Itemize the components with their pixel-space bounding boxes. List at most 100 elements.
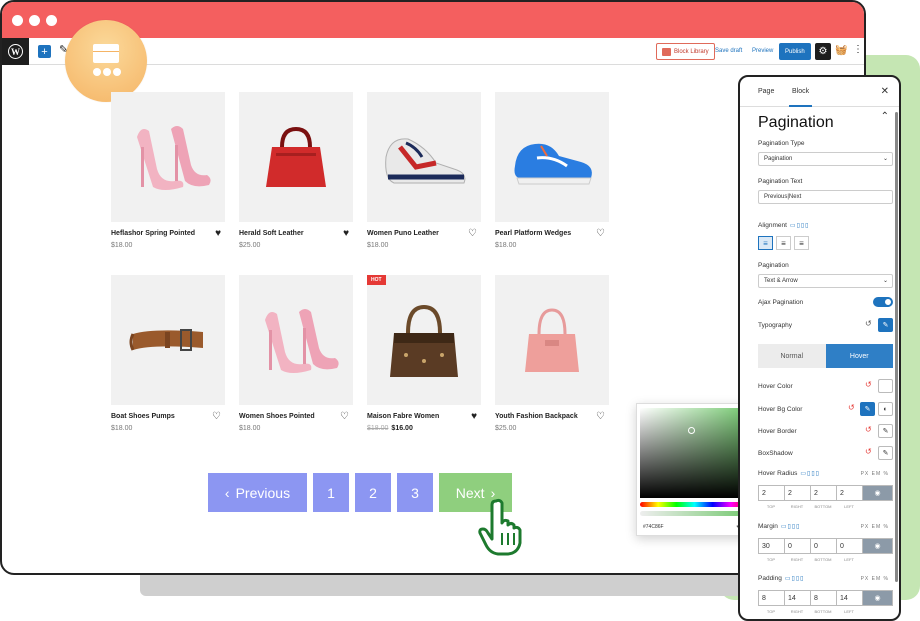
tab-page[interactable]: Page <box>758 88 774 95</box>
saturation-value-area[interactable] <box>640 408 749 498</box>
margin-bottom-input[interactable]: 0 <box>811 539 837 553</box>
save-draft-link[interactable]: Save draft <box>715 48 742 54</box>
margin-right-input[interactable]: 0 <box>785 539 811 553</box>
tab-hover[interactable]: Hover <box>825 344 893 368</box>
hue-slider[interactable] <box>640 502 749 507</box>
tab-normal[interactable]: Normal <box>758 344 826 368</box>
window-dot-icon[interactable] <box>12 15 23 26</box>
add-block-button[interactable]: + <box>38 45 51 58</box>
tab-block[interactable]: Block <box>788 88 813 107</box>
margin-inputs[interactable]: 30 0 0 0 ◉ <box>758 538 893 554</box>
unit-switch[interactable]: PX EM % <box>861 471 889 477</box>
link-values-eye-icon[interactable]: ◉ <box>863 539 892 553</box>
reset-icon[interactable]: ↺ <box>865 380 872 389</box>
hover-radius-inputs[interactable]: 2 2 2 2 ◉ <box>758 485 893 501</box>
window-dot-icon[interactable] <box>46 15 57 26</box>
wishlist-heart-outline-icon[interactable]: ♡ <box>596 411 605 422</box>
boxshadow-edit-icon[interactable]: ✎ <box>878 446 893 460</box>
product-name[interactable]: Maison Fabre Women <box>367 413 439 420</box>
product-card[interactable]: Women Puno Leather $18.00 ♡ <box>367 92 481 249</box>
radius-top-input[interactable]: 2 <box>759 486 785 500</box>
product-card[interactable]: Herald Soft Leather $25.00 ♥ <box>239 92 353 249</box>
product-name[interactable]: Pearl Platform Wedges <box>495 230 571 237</box>
reset-icon[interactable]: ↺ <box>848 403 855 412</box>
hover-border-edit-icon[interactable]: ✎ <box>878 424 893 438</box>
chevron-up-icon[interactable]: ⌃ <box>881 111 889 122</box>
panel-scrollbar[interactable] <box>895 112 898 582</box>
product-card[interactable]: Pearl Platform Wedges $18.00 ♡ <box>495 92 609 249</box>
margin-left-input[interactable]: 0 <box>837 539 863 553</box>
product-image[interactable] <box>111 275 225 405</box>
product-card[interactable]: Youth Fashion Backpack $25.00 ♡ <box>495 275 609 432</box>
block-library-button[interactable]: Block Library <box>656 43 715 60</box>
product-name[interactable]: Youth Fashion Backpack <box>495 413 578 420</box>
product-image[interactable] <box>495 275 609 405</box>
link-values-eye-icon[interactable]: ◉ <box>863 591 892 605</box>
ajax-pagination-toggle[interactable] <box>873 297 893 307</box>
window-dot-icon[interactable] <box>29 15 40 26</box>
pagination-text-input[interactable]: Previous|Next <box>758 190 893 204</box>
padding-bottom-input[interactable]: 8 <box>811 591 837 605</box>
product-card[interactable]: Heflashor Spring Pointed $18.00 ♥ <box>111 92 225 249</box>
hex-value[interactable]: #74C86F <box>643 524 664 530</box>
product-name[interactable]: Women Puno Leather <box>367 230 439 237</box>
wishlist-heart-filled-icon[interactable]: ♥ <box>471 411 477 422</box>
product-card[interactable]: Boat Shoes Pumps $18.00 ♡ <box>111 275 225 432</box>
pagination-page-2[interactable]: 2 <box>355 473 391 512</box>
radius-bottom-input[interactable]: 2 <box>811 486 837 500</box>
radius-left-input[interactable]: 2 <box>837 486 863 500</box>
color-mode-icon[interactable]: ◐ <box>878 402 893 416</box>
product-card[interactable]: HOT Maison Fabre Women $18.00 $16.00 ♥ <box>367 275 481 432</box>
wishlist-heart-filled-icon[interactable]: ♥ <box>343 228 349 239</box>
more-options-icon[interactable]: ⋮ <box>853 44 863 55</box>
radius-right-input[interactable]: 2 <box>785 486 811 500</box>
alpha-slider[interactable] <box>640 511 749 516</box>
pagination-style-select[interactable]: Text & Arrow ⌄ <box>758 274 893 288</box>
reset-icon[interactable]: ↺ <box>865 447 872 456</box>
wishlist-heart-outline-icon[interactable]: ♡ <box>340 411 349 422</box>
pagination-previous-button[interactable]: ‹ Previous <box>208 473 307 512</box>
typography-edit-icon[interactable]: ✎ <box>878 318 893 332</box>
hover-color-swatch[interactable] <box>878 379 893 393</box>
wishlist-heart-filled-icon[interactable]: ♥ <box>215 228 221 239</box>
device-icons[interactable]: ▭▯▯▯ <box>781 523 801 530</box>
reset-icon[interactable]: ↺ <box>865 425 872 434</box>
product-image[interactable] <box>111 92 225 222</box>
pagination-type-select[interactable]: Pagination ⌄ <box>758 152 893 166</box>
margin-top-input[interactable]: 30 <box>759 539 785 553</box>
padding-left-input[interactable]: 14 <box>837 591 863 605</box>
align-center-button[interactable]: ≡ <box>776 236 791 250</box>
padding-inputs[interactable]: 8 14 8 14 ◉ <box>758 590 893 606</box>
product-image[interactable] <box>239 275 353 405</box>
product-image[interactable] <box>367 92 481 222</box>
product-name[interactable]: Heflashor Spring Pointed <box>111 230 195 237</box>
product-name[interactable]: Herald Soft Leather <box>239 230 304 237</box>
padding-top-input[interactable]: 8 <box>759 591 785 605</box>
settings-gear-icon[interactable]: ⚙ <box>815 43 831 60</box>
product-image[interactable] <box>239 92 353 222</box>
publish-button[interactable]: Publish <box>779 43 811 60</box>
device-icons[interactable]: ▭▯▯▯ <box>785 575 805 582</box>
product-name[interactable]: Boat Shoes Pumps <box>111 413 175 420</box>
device-icons[interactable]: ▭▯▯▯ <box>800 470 820 477</box>
unit-switch[interactable]: PX EM % <box>861 576 889 582</box>
padding-right-input[interactable]: 14 <box>785 591 811 605</box>
product-name[interactable]: Women Shoes Pointed <box>239 413 315 420</box>
wishlist-heart-outline-icon[interactable]: ♡ <box>596 228 605 239</box>
product-image[interactable]: HOT <box>367 275 481 405</box>
device-icons[interactable]: ▭▯▯▯ <box>790 222 810 229</box>
link-values-eye-icon[interactable]: ◉ <box>863 486 892 500</box>
wishlist-heart-outline-icon[interactable]: ♡ <box>468 228 477 239</box>
wishlist-heart-outline-icon[interactable]: ♡ <box>212 411 221 422</box>
color-knob[interactable] <box>688 427 695 434</box>
preview-link[interactable]: Preview <box>752 48 773 54</box>
wordpress-logo-icon[interactable]: W <box>2 38 29 65</box>
product-image[interactable] <box>495 92 609 222</box>
reset-icon[interactable]: ↺ <box>865 319 872 328</box>
shop-basket-icon[interactable]: 🧺 <box>835 45 847 56</box>
color-picker-popover[interactable]: #74C86F ⇌ <box>636 403 751 536</box>
pagination-page-3[interactable]: 3 <box>397 473 433 512</box>
align-right-button[interactable]: ≡ <box>794 236 809 250</box>
eyedropper-icon[interactable]: ✎ <box>860 402 875 416</box>
pagination-page-1[interactable]: 1 <box>313 473 349 512</box>
